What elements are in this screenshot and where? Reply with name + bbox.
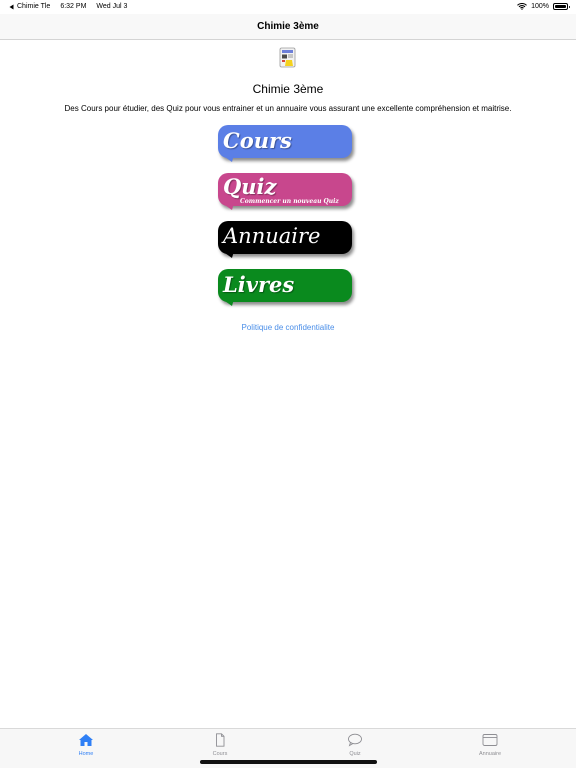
- home-indicator: [200, 760, 377, 764]
- cours-bubble-tail: [222, 155, 234, 162]
- status-left: Chimie Tle 6:32 PM Wed Jul 3: [9, 3, 127, 10]
- back-arrow-icon: [9, 4, 14, 9]
- wifi-icon: [517, 3, 527, 10]
- tab-cours[interactable]: Cours: [170, 733, 270, 757]
- document-icon: [216, 733, 225, 747]
- folder-icon: [482, 734, 498, 746]
- app-logo-icon: [279, 47, 296, 68]
- house-icon: [79, 734, 93, 746]
- page-heading: Chimie 3ème: [252, 82, 324, 96]
- tab-home[interactable]: Home: [36, 733, 136, 757]
- nav-title: Chimie 3ème: [257, 21, 319, 32]
- annuaire-button[interactable]: Annuaire: [218, 221, 355, 259]
- tab-annuaire[interactable]: Annuaire: [440, 733, 540, 757]
- battery-icon: [553, 3, 570, 10]
- intro-text: Des Cours pour étudier, des Quiz pour vo…: [64, 104, 512, 113]
- status-right: 100%: [517, 3, 570, 10]
- livres-button-label: Livres: [223, 272, 295, 297]
- tab-home-label: Home: [78, 751, 94, 757]
- cours-button-label: Cours: [223, 128, 292, 153]
- back-app-label: Chimie Tle: [17, 3, 51, 10]
- quiz-button-label: Quiz: [223, 174, 277, 199]
- status-date: Wed Jul 3: [96, 3, 128, 10]
- battery-fill: [555, 5, 566, 8]
- tab-quiz[interactable]: Quiz: [305, 733, 405, 757]
- status-time: 6:32 PM: [60, 3, 87, 10]
- livres-button[interactable]: Livres: [218, 269, 355, 307]
- quiz-button-sublabel: Commencer un nouveau Quiz: [240, 198, 339, 205]
- tab-cours-label: Cours: [212, 751, 228, 757]
- status-bar: Chimie Tle 6:32 PM Wed Jul 3 100%: [0, 0, 576, 14]
- tab-quiz-label: Quiz: [349, 751, 361, 757]
- annuaire-bubble-tail: [222, 251, 234, 258]
- privacy-policy-link[interactable]: Politique de confidentialite: [0, 323, 576, 332]
- livres-bubble-tail: [222, 299, 234, 306]
- screen: Chimie Tle 6:32 PM Wed Jul 3 100% Chimie…: [0, 0, 576, 768]
- back-to-app-link[interactable]: Chimie Tle: [9, 3, 50, 10]
- quiz-button[interactable]: Quiz Commencer un nouveau Quiz: [218, 173, 355, 211]
- cours-button[interactable]: Cours: [218, 125, 355, 163]
- quiz-bubble-tail: [222, 203, 234, 210]
- navigation-bar: Chimie 3ème: [0, 14, 576, 40]
- speech-bubble-icon: [348, 733, 362, 747]
- annuaire-button-label: Annuaire: [223, 224, 321, 248]
- battery-percent: 100%: [531, 3, 549, 10]
- tab-annuaire-label: Annuaire: [478, 751, 502, 757]
